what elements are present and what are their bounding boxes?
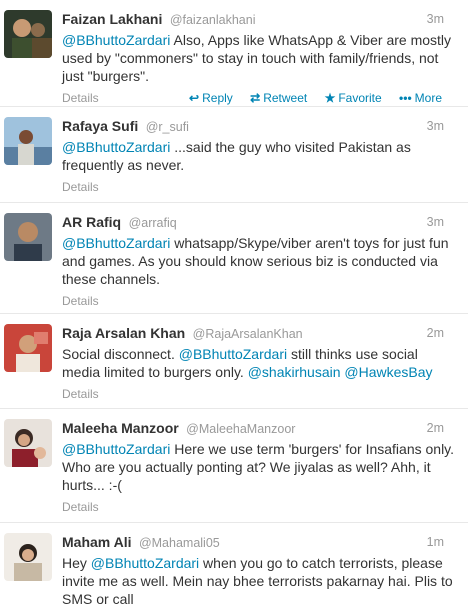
mention-link[interactable]: @BBhuttoZardari [91, 555, 199, 571]
author-handle[interactable]: @arrafiq [129, 216, 177, 230]
tweet-text: Hey @BBhuttoZardari when you go to catch… [62, 554, 456, 608]
details-link[interactable]: Details [62, 387, 99, 401]
tweet[interactable]: Faizan Lakhani @faizanlakhani 3m @BBhutt… [0, 0, 468, 107]
retweet-button[interactable]: ⇄ Retweet [250, 91, 307, 105]
author-handle[interactable]: @faizanlakhani [170, 13, 256, 27]
tweet[interactable]: AR Rafiq @arrafiq 3m @BBhuttoZardari wha… [0, 203, 468, 314]
avatar[interactable] [4, 117, 52, 165]
details-link[interactable]: Details [62, 294, 99, 308]
author-name[interactable]: Maham Ali [62, 534, 132, 550]
tweet-text: @BBhuttoZardari whatsapp/Skype/viber are… [62, 234, 456, 288]
more-button[interactable]: ••• More [399, 91, 442, 105]
tweet-text: Social disconnect. @BBhuttoZardari still… [62, 345, 456, 381]
avatar[interactable] [4, 419, 52, 467]
author-handle[interactable]: @RajaArsalanKhan [193, 327, 303, 341]
more-label: More [414, 91, 442, 105]
tweet[interactable]: Rafaya Sufi @r_sufi 3m @BBhuttoZardari .… [0, 107, 468, 203]
text-segment: Hey [62, 555, 91, 571]
retweet-label: Retweet [263, 91, 308, 105]
tweet[interactable]: Maham Ali @Mahamali05 1m Hey @BBhuttoZar… [0, 523, 468, 610]
favorite-button[interactable]: ★ Favorite [325, 91, 382, 105]
avatar[interactable] [4, 10, 52, 58]
reply-label: Reply [202, 91, 233, 105]
mention-link[interactable]: @BBhuttoZardari [62, 32, 170, 48]
mention-link[interactable]: @BBhuttoZardari [62, 235, 170, 251]
mention-link[interactable]: @HawkesBay [344, 364, 432, 380]
reply-button[interactable]: ↩ Reply [189, 91, 233, 105]
mention-link[interactable]: @BBhuttoZardari [179, 346, 287, 362]
tweet-actions: ↩ Reply ⇄ Retweet ★ Favorite ••• More [175, 89, 442, 107]
star-icon: ★ [324, 91, 336, 105]
favorite-label: Favorite [338, 91, 382, 105]
author-handle[interactable]: @MaleehaManzoor [186, 422, 295, 436]
avatar[interactable] [4, 533, 52, 581]
timestamp[interactable]: 3m [427, 117, 444, 135]
timestamp[interactable]: 2m [427, 324, 444, 342]
reply-arrow-icon: ↩ [189, 91, 200, 105]
avatar[interactable] [4, 213, 52, 261]
details-link[interactable]: Details [62, 91, 99, 105]
retweet-icon: ⇄ [250, 91, 261, 105]
tweet-text: @BBhuttoZardari Also, Apps like WhatsApp… [62, 31, 456, 85]
avatar[interactable] [4, 324, 52, 372]
tweet-text: @BBhuttoZardari ...said the guy who visi… [62, 138, 456, 174]
text-segment: Social disconnect. [62, 346, 179, 362]
timestamp[interactable]: 1m [427, 533, 444, 551]
author-name[interactable]: AR Rafiq [62, 214, 121, 230]
author-name[interactable]: Raja Arsalan Khan [62, 325, 185, 341]
timestamp[interactable]: 3m [427, 213, 444, 231]
details-link[interactable]: Details [62, 180, 99, 194]
mention-link[interactable]: @BBhuttoZardari [62, 139, 170, 155]
details-link[interactable]: Details [62, 500, 99, 514]
mention-link[interactable]: @BBhuttoZardari [62, 441, 170, 457]
tweet-timeline: Faizan Lakhani @faizanlakhani 3m @BBhutt… [0, 0, 468, 610]
tweet[interactable]: Maleeha Manzoor @MaleehaManzoor 2m @BBhu… [0, 409, 468, 523]
mention-link[interactable]: @shakirhusain [248, 364, 341, 380]
tweet-text: @BBhuttoZardari Here we use term 'burger… [62, 440, 456, 494]
author-handle[interactable]: @r_sufi [146, 120, 189, 134]
author-name[interactable]: Maleeha Manzoor [62, 420, 179, 436]
author-name[interactable]: Rafaya Sufi [62, 118, 138, 134]
dots-icon: ••• [399, 91, 412, 105]
timestamp[interactable]: 2m [427, 419, 444, 437]
author-name[interactable]: Faizan Lakhani [62, 11, 162, 27]
author-handle[interactable]: @Mahamali05 [139, 536, 220, 550]
timestamp[interactable]: 3m [427, 10, 444, 28]
tweet[interactable]: Raja Arsalan Khan @RajaArsalanKhan 2m So… [0, 314, 468, 409]
